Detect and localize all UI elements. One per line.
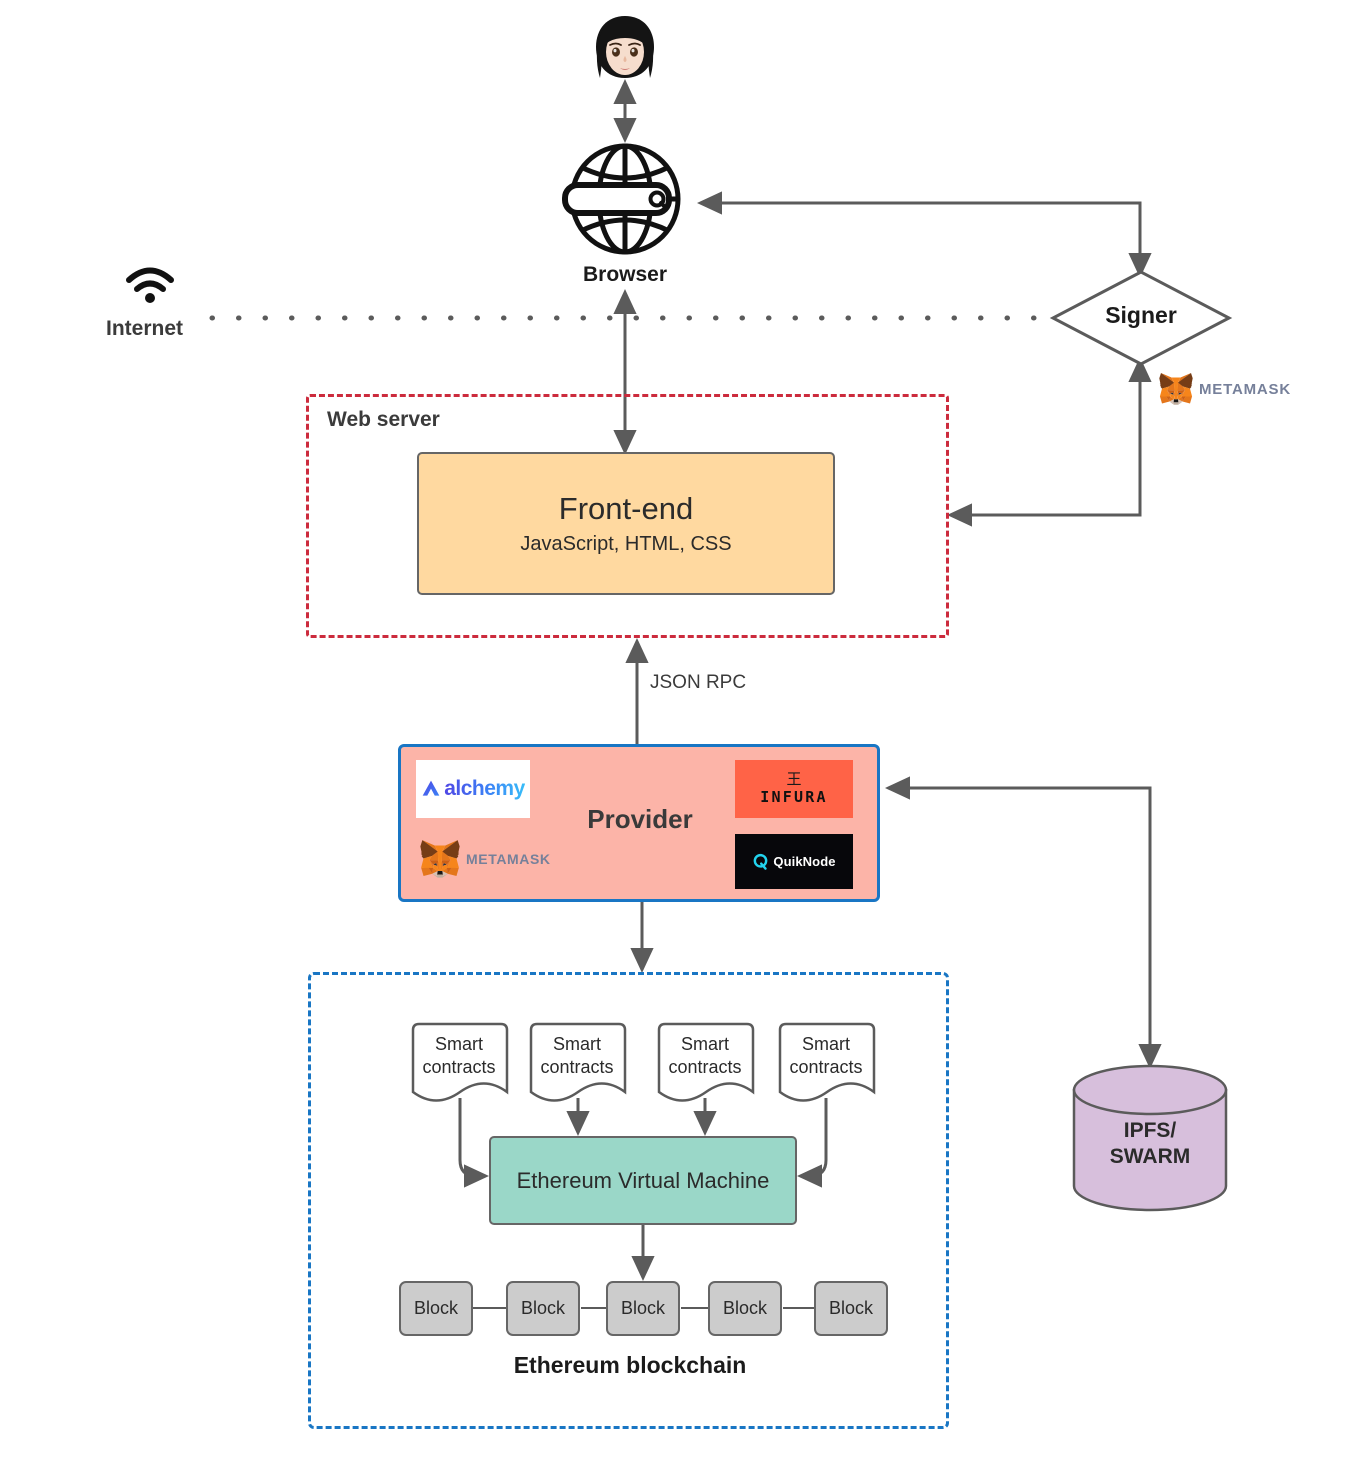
diagram-canvas: Web server Front-end JavaScript, HTML, C… xyxy=(0,0,1360,1466)
sc-line1: Smart xyxy=(552,1034,601,1054)
block-3: Block xyxy=(606,1281,680,1336)
metamask-signer-logo: METAMASK xyxy=(1158,368,1318,410)
metamask-provider-label: METAMASK xyxy=(466,851,551,867)
block-label: Block xyxy=(620,1298,665,1318)
metamask-provider-logo: METAMASK xyxy=(418,836,558,882)
block-4: Block xyxy=(708,1281,782,1336)
metamask-signer-label: METAMASK xyxy=(1199,380,1291,398)
quiknode-mark-icon xyxy=(754,853,768,870)
evm-label: Ethereum Virtual Machine xyxy=(516,1167,770,1193)
sc-line1: Smart xyxy=(801,1034,850,1054)
evm-box: Ethereum Virtual Machine xyxy=(489,1136,797,1225)
ipfs-label: IPFS/ SWARM xyxy=(1074,1118,1226,1171)
browser-label: Browser xyxy=(582,263,668,286)
metamask-fox-icon xyxy=(1159,373,1193,405)
frontend-subtitle: JavaScript, HTML, CSS xyxy=(520,532,732,555)
smart-contract-text: Smart contracts xyxy=(779,1033,873,1078)
smart-contract-text: Smart contracts xyxy=(530,1033,624,1078)
sc-line1: Smart xyxy=(434,1034,483,1054)
alchemy-label: alchemy xyxy=(444,777,525,800)
smart-contract-4: Smart contracts xyxy=(779,1024,873,1102)
smart-contract-2: Smart contracts xyxy=(530,1024,624,1102)
sc-line2: contracts xyxy=(668,1056,742,1077)
sc-line1: Smart xyxy=(680,1034,729,1054)
sc-line2: contracts xyxy=(422,1056,496,1077)
metamask-fox-icon xyxy=(420,840,460,878)
globe-browser-icon[interactable] xyxy=(554,140,696,258)
web-server-label: Web server xyxy=(327,408,440,431)
provider-label: Provider xyxy=(587,804,693,834)
smart-contract-text: Smart contracts xyxy=(658,1033,752,1078)
infura-logo: 王 INFURA xyxy=(735,760,853,818)
internet-label: Internet xyxy=(106,317,184,340)
quiknode-logo: QuikNode xyxy=(735,834,853,889)
block-label: Block xyxy=(520,1298,565,1318)
block-label: Block xyxy=(828,1298,873,1318)
frontend-title: Front-end xyxy=(558,491,694,527)
frontend-box: Front-end JavaScript, HTML, CSS xyxy=(417,452,835,595)
alchemy-mark-icon xyxy=(422,780,440,796)
quiknode-label: QuikNode xyxy=(773,854,836,869)
block-5: Block xyxy=(814,1281,888,1336)
block-label: Block xyxy=(413,1298,458,1318)
alchemy-logo: alchemy xyxy=(416,760,530,818)
block-1: Block xyxy=(399,1281,473,1336)
infura-mark-icon: 王 xyxy=(786,770,802,788)
block-label: Block xyxy=(722,1298,767,1318)
ipfs-line2: SWARM xyxy=(1109,1145,1191,1169)
user-avatar-icon xyxy=(596,16,654,78)
ipfs-line1: IPFS/ xyxy=(1123,1119,1177,1142)
smart-contract-3: Smart contracts xyxy=(658,1024,752,1102)
smart-contract-text: Smart contracts xyxy=(412,1033,506,1078)
blockchain-label: Ethereum blockchain xyxy=(513,1352,747,1378)
infura-label: INFURA xyxy=(760,788,828,806)
block-2: Block xyxy=(506,1281,580,1336)
smart-contract-1: Smart contracts xyxy=(412,1024,506,1102)
signer-label: Signer xyxy=(1105,302,1177,328)
sc-line2: contracts xyxy=(789,1056,863,1077)
json-rpc-label: JSON RPC xyxy=(650,672,747,693)
sc-line2: contracts xyxy=(540,1056,614,1077)
